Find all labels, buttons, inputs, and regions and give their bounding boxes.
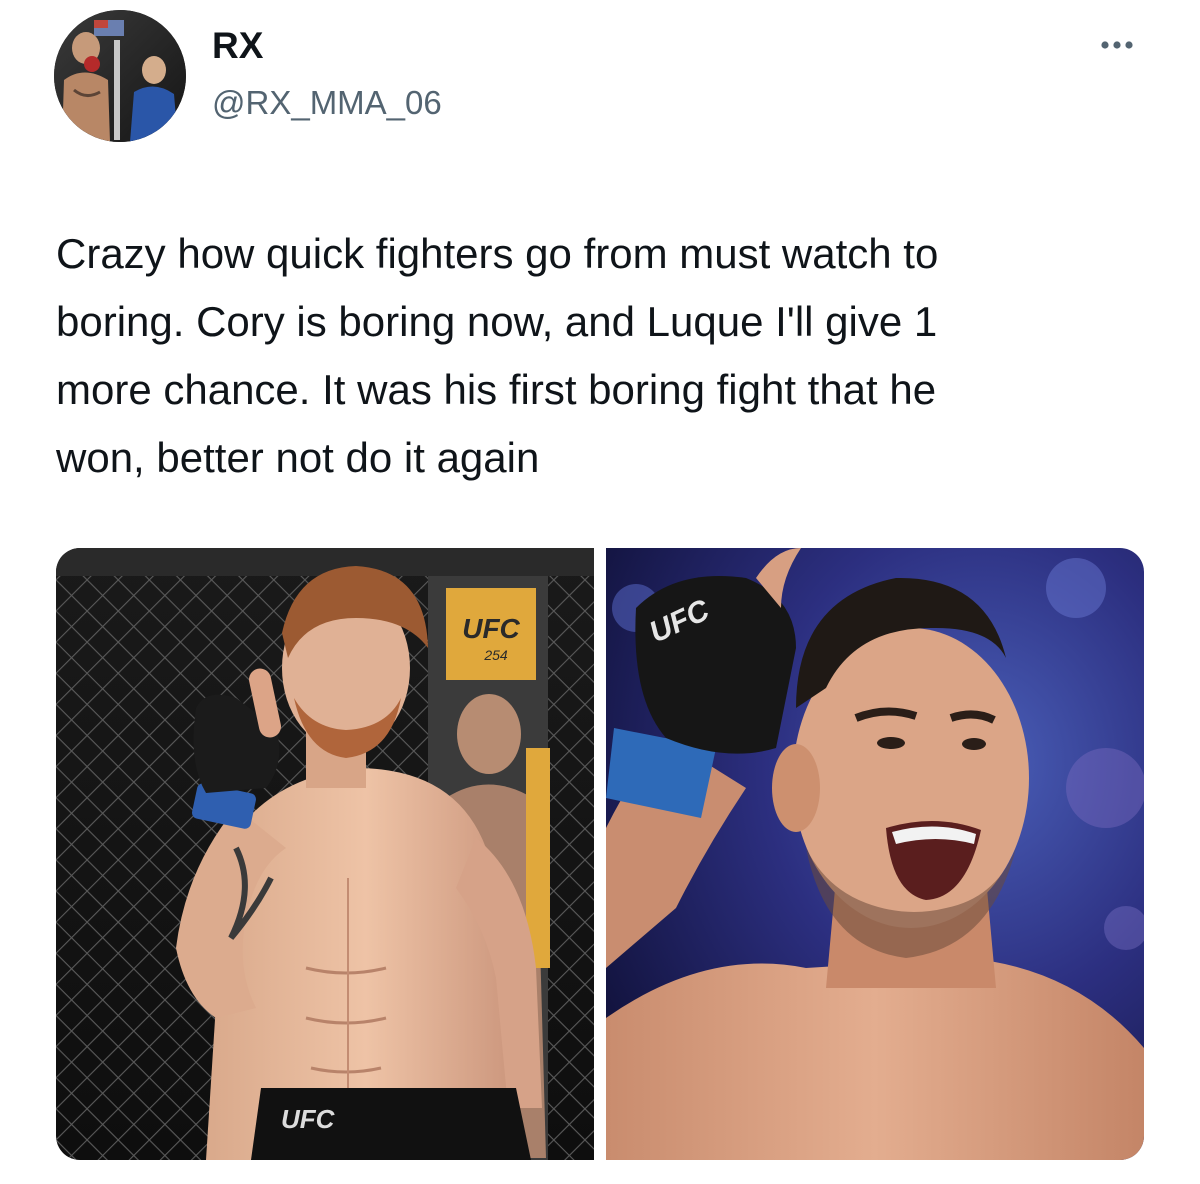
photo-right[interactable]: UFC	[606, 548, 1144, 1160]
fighter-photo-left: UFC 254 UFC	[56, 548, 594, 1160]
banner-ufc-text: UFC	[462, 613, 520, 644]
avatar[interactable]	[54, 10, 186, 142]
media-grid: UFC 254 UFC UFC	[56, 548, 1144, 1160]
profile-photo	[54, 10, 186, 142]
user-handle[interactable]: @RX_MMA_06	[212, 83, 442, 123]
photo-left[interactable]: UFC 254 UFC	[56, 548, 594, 1160]
shorts-ufc-logo: UFC	[281, 1104, 336, 1134]
more-options-button[interactable]	[1092, 30, 1142, 60]
banner-event-number: 254	[483, 647, 508, 663]
fighter-photo-right: UFC	[606, 548, 1144, 1160]
more-horizontal-icon	[1101, 41, 1133, 49]
display-name[interactable]: RX	[212, 24, 263, 68]
tweet-text: Crazy how quick fighters go from must wa…	[56, 230, 939, 481]
